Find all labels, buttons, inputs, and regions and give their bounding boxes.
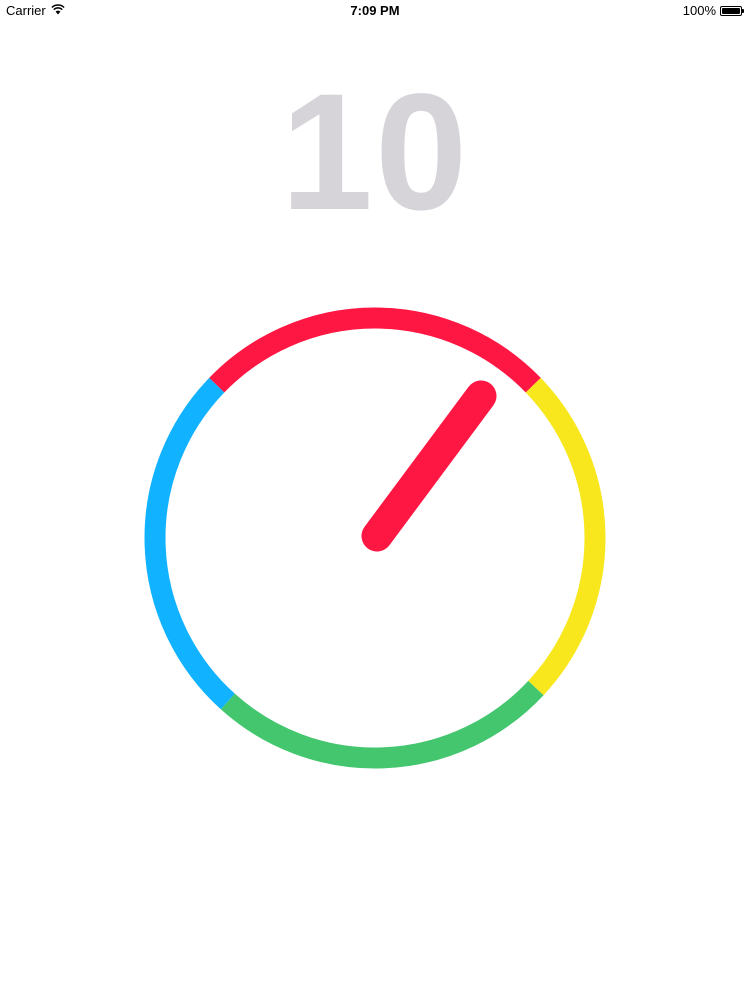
ring-segment-yellow [525, 377, 606, 696]
ring-segment-red [209, 307, 541, 393]
game-board[interactable] [0, 0, 750, 1000]
ring-segment-green [220, 680, 544, 769]
spinner-needle [361, 380, 497, 552]
ring-segment-blue [144, 377, 235, 710]
